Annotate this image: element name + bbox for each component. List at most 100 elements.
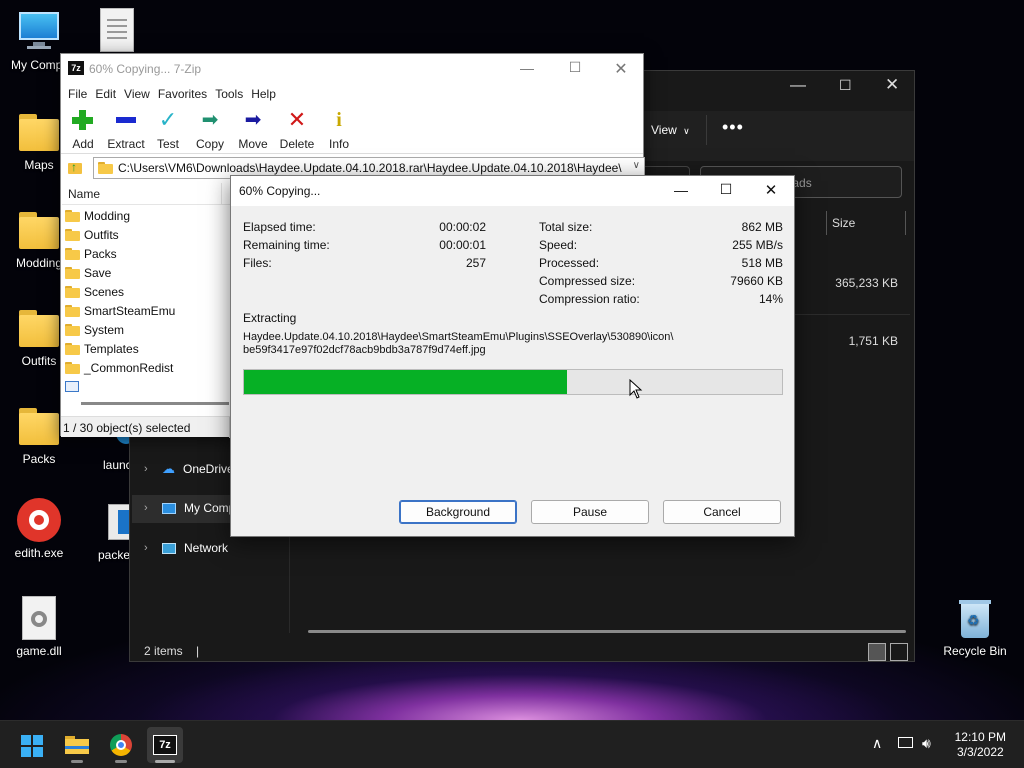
- recycle-bin-icon: ♻: [951, 596, 999, 640]
- minimize-button[interactable]: —: [507, 60, 547, 76]
- chevron-right-icon: ›: [144, 542, 148, 554]
- minus-icon: [106, 108, 146, 132]
- dll-file-icon: [22, 596, 56, 640]
- folder-icon: [65, 228, 80, 241]
- cancel-button[interactable]: Cancel: [663, 500, 781, 524]
- compressed-size-label: Compressed size:: [539, 274, 636, 288]
- close-button[interactable]: ✕: [601, 59, 641, 79]
- close-button[interactable]: ✕: [751, 181, 791, 199]
- desktop-icon-label: Modding: [15, 256, 63, 270]
- list-item[interactable]: System: [65, 320, 175, 339]
- desktop-icon-game-dll[interactable]: game.dll: [0, 596, 79, 658]
- list-item[interactable]: _CommonRedist: [65, 358, 175, 377]
- tool-label: Test: [156, 137, 179, 151]
- item-count: 2 items: [144, 644, 183, 658]
- item-label: Scenes: [84, 284, 125, 299]
- desktop-icon-label: Outfits: [21, 354, 57, 368]
- menu-help[interactable]: Help: [250, 84, 283, 104]
- dialog-title-bar[interactable]: 60% Copying... — ☐ ✕: [231, 176, 794, 206]
- maximize-button[interactable]: ☐: [706, 181, 746, 198]
- clock-time: 12:10 PM: [954, 730, 1006, 744]
- menu-tools[interactable]: Tools: [214, 84, 250, 104]
- folder-icon: [15, 208, 63, 252]
- details-view-icon[interactable]: [868, 643, 886, 661]
- test-button[interactable]: ✓ Test: [156, 108, 180, 152]
- maximize-button[interactable]: ☐: [555, 59, 595, 76]
- x-icon: ✕: [287, 107, 307, 132]
- folder-icon: [65, 209, 80, 222]
- item-label: Packs: [84, 246, 117, 261]
- nav-label: OneDrive: [183, 462, 234, 476]
- maximize-button[interactable]: ☐: [839, 77, 852, 94]
- nav-item-network[interactable]: › Network: [144, 541, 228, 555]
- close-button[interactable]: ✕: [885, 75, 899, 95]
- chevron-up-icon[interactable]: ∧: [872, 735, 882, 752]
- running-indicator: [115, 760, 127, 763]
- list-item[interactable]: SmartSteamEmu: [65, 301, 175, 320]
- list-item[interactable]: Packs: [65, 244, 175, 263]
- view-menu-button[interactable]: View ∨: [651, 123, 690, 137]
- red-gear-icon: [15, 498, 63, 542]
- list-item[interactable]: Save: [65, 263, 175, 282]
- operation-label: Extracting: [243, 311, 297, 325]
- add-button[interactable]: Add: [70, 108, 96, 151]
- info-button[interactable]: i Info: [327, 108, 351, 151]
- menu-edit[interactable]: Edit: [94, 84, 123, 104]
- tool-label: Delete: [279, 137, 315, 151]
- item-label: System: [84, 322, 125, 337]
- file-size: 365,233 KB: [835, 276, 898, 290]
- desktop-icon-label: Recycle Bin: [943, 644, 1007, 658]
- desktop-icon-document[interactable]: [76, 8, 156, 56]
- desktop-icon-recycle-bin[interactable]: ♻ Recycle Bin: [935, 596, 1015, 658]
- taskbar-sevenzip[interactable]: 7z: [147, 727, 183, 763]
- volume-icon[interactable]: 🔊︎: [922, 735, 931, 752]
- up-folder-icon[interactable]: ↑: [67, 160, 83, 176]
- total-size-value: 862 MB: [741, 220, 783, 234]
- copy-button[interactable]: ➡ Copy: [196, 108, 224, 151]
- folder-icon: [65, 304, 80, 317]
- pause-button[interactable]: Pause: [531, 500, 649, 524]
- chevron-down-icon: ∨: [683, 126, 690, 136]
- column-header-size[interactable]: Size: [832, 216, 855, 230]
- taskbar-chrome[interactable]: [103, 727, 139, 763]
- nav-item-onedrive[interactable]: › ☁ OneDrive: [144, 461, 234, 477]
- minimize-button[interactable]: —: [661, 182, 701, 198]
- delete-button[interactable]: ✕ Delete: [279, 107, 315, 152]
- item-label: Outfits: [84, 227, 119, 242]
- list-item[interactable]: Modding: [65, 206, 175, 225]
- clock-date: 3/3/2022: [956, 745, 1004, 759]
- list-item[interactable]: Scenes: [65, 282, 175, 301]
- network-tray-icon[interactable]: [898, 735, 913, 751]
- tool-label: Extract: [107, 137, 145, 151]
- column-header-name[interactable]: Name: [62, 183, 230, 205]
- menu-favorites[interactable]: Favorites: [157, 84, 214, 104]
- window-title: 60% Copying... 7-Zip: [89, 62, 202, 76]
- background-button[interactable]: Background: [399, 500, 517, 524]
- minimize-button[interactable]: —: [790, 77, 806, 95]
- taskbar-file-explorer[interactable]: [59, 727, 95, 763]
- list-item[interactable]: [65, 377, 175, 396]
- extract-button[interactable]: Extract: [106, 108, 146, 151]
- desktop-icon-edith[interactable]: edith.exe: [0, 498, 79, 560]
- menu-file[interactable]: File: [67, 84, 94, 104]
- menu-view[interactable]: View: [123, 84, 157, 104]
- move-button[interactable]: ➡ Move: [238, 108, 268, 151]
- list-item[interactable]: Outfits: [65, 225, 175, 244]
- horizontal-scrollbar[interactable]: [81, 402, 229, 405]
- start-button[interactable]: [14, 727, 50, 763]
- remaining-time-value: 00:00:01: [439, 238, 486, 252]
- clock[interactable]: 12:10 PM 3/3/2022: [955, 730, 1006, 760]
- desktop-icon-label: Packs: [22, 452, 56, 466]
- item-label: Save: [84, 265, 112, 280]
- tiles-view-icon[interactable]: [890, 643, 908, 661]
- chevron-down-icon[interactable]: ∨: [633, 160, 640, 171]
- compressed-size-value: 79660 KB: [730, 274, 783, 288]
- title-bar[interactable]: 7z 60% Copying... 7-Zip — ☐ ✕: [61, 54, 643, 84]
- item-label: _CommonRedist: [84, 360, 174, 375]
- item-label: Templates: [84, 341, 139, 356]
- horizontal-scrollbar[interactable]: [308, 630, 906, 633]
- list-item[interactable]: Templates: [65, 339, 175, 358]
- more-options-button[interactable]: •••: [722, 117, 744, 138]
- view-label: View: [651, 123, 677, 137]
- chrome-icon: [110, 734, 132, 756]
